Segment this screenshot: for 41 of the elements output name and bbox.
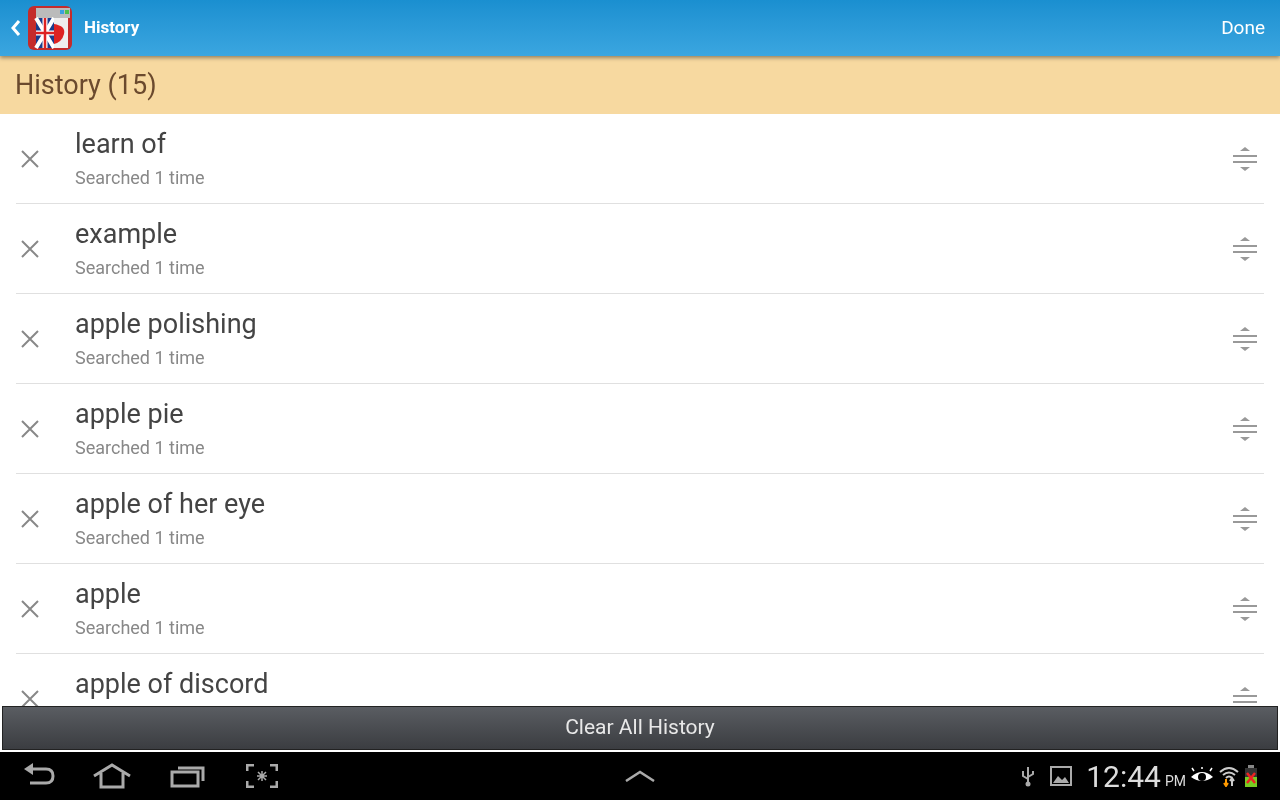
dictionary-book-icon	[26, 4, 74, 52]
history-term[interactable]: apple pie	[75, 396, 1232, 432]
close-icon	[20, 328, 40, 349]
drag-handle-icon[interactable]	[1232, 505, 1258, 532]
clock-period: PM	[1164, 771, 1186, 791]
search-count: Searched 1 time	[75, 166, 206, 190]
history-term[interactable]: learn of	[75, 126, 1232, 162]
close-icon	[20, 418, 40, 439]
search-count: Searched 1 time	[75, 526, 206, 550]
back-icon	[10, 18, 22, 38]
search-count: Searched 1 time	[75, 256, 206, 280]
close-icon	[20, 238, 40, 259]
clock-time: 12:44	[1086, 757, 1161, 796]
usb-icon	[1020, 765, 1037, 787]
section-title: History (15)	[15, 67, 157, 103]
history-term[interactable]: apple polishing	[75, 306, 1232, 342]
search-count: Searched 1 time	[75, 616, 206, 640]
drag-handle-icon[interactable]	[1232, 415, 1258, 442]
close-icon	[20, 598, 40, 619]
drag-handle-icon[interactable]	[1232, 595, 1258, 622]
history-term[interactable]: apple	[75, 576, 1232, 612]
history-term[interactable]: apple of her eye	[75, 486, 1232, 522]
search-count: Searched 1 time	[75, 436, 206, 460]
history-term[interactable]: apple of discord	[75, 666, 1232, 702]
drag-handle-icon[interactable]	[1232, 145, 1258, 172]
wifi-icon	[1218, 765, 1240, 787]
chevron-up-icon[interactable]	[624, 770, 656, 782]
screenshot-icon[interactable]	[246, 764, 278, 788]
drag-handle-icon[interactable]	[1232, 235, 1258, 262]
search-count: Searched 1 time	[75, 346, 206, 370]
drag-handle-icon[interactable]	[1232, 685, 1258, 706]
home-icon[interactable]	[92, 763, 132, 789]
battery-icon	[1244, 765, 1258, 787]
history-term[interactable]: example	[75, 216, 1232, 252]
close-icon	[20, 148, 40, 169]
drag-handle-icon[interactable]	[1232, 325, 1258, 352]
action-bar-title: History	[84, 16, 140, 40]
close-icon	[20, 508, 40, 529]
image-icon	[1050, 766, 1073, 786]
close-icon	[20, 688, 40, 706]
clear-all-history-button[interactable]: Clear All History	[2, 706, 1278, 750]
